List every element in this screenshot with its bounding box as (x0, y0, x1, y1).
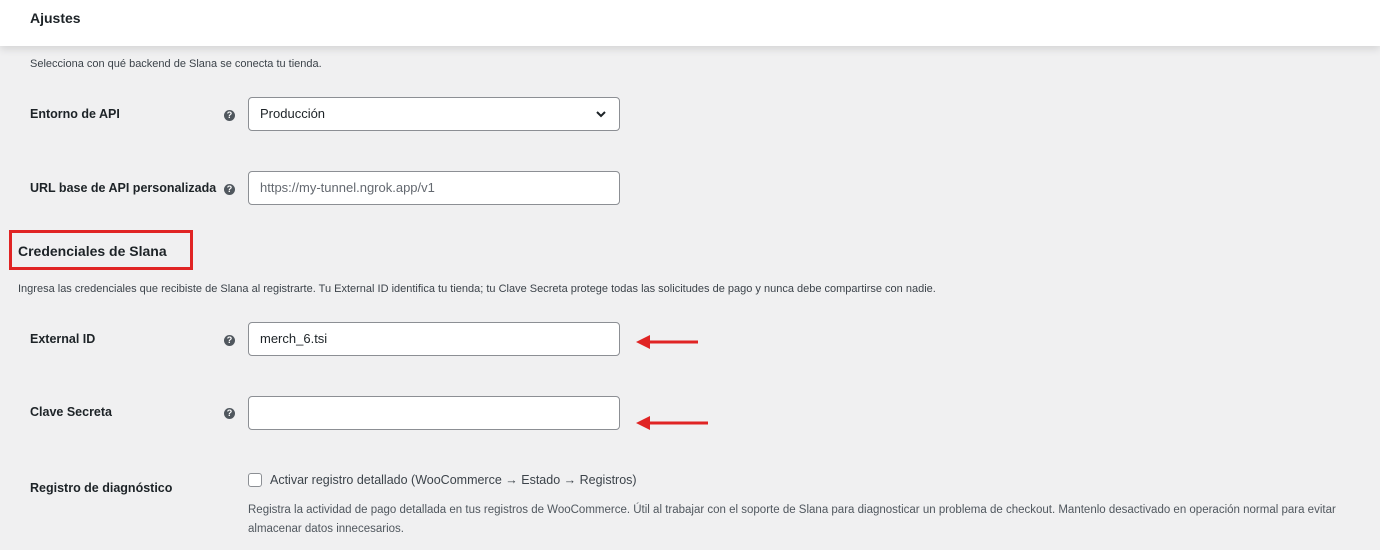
red-arrow-icon (636, 416, 708, 430)
debug-checkbox-label[interactable]: Activar registro detallado (WooCommerce … (270, 473, 637, 487)
secret-label: Clave Secreta (30, 405, 113, 419)
help-icon[interactable]: ? (224, 335, 235, 346)
debug-label: Registro de diagnóstico (30, 481, 173, 495)
chevron-down-icon (596, 111, 606, 118)
page-title: Ajustes (30, 10, 81, 26)
intro-text: Selecciona con qué backend de Slana se c… (30, 58, 322, 70)
api-env-value: Producción (260, 106, 326, 121)
debug-checkbox[interactable] (248, 473, 262, 487)
help-icon[interactable]: ? (224, 110, 235, 121)
external-id-label: External ID (30, 332, 96, 346)
custom-url-placeholder: https://my-tunnel.ngrok.app/v1 (260, 180, 435, 195)
help-icon[interactable]: ? (224, 408, 235, 419)
red-arrow-icon (636, 335, 698, 349)
debug-description: Registra la actividad de pago detallada … (248, 504, 1336, 535)
api-env-select[interactable]: Producción (248, 97, 620, 131)
help-icon[interactable]: ? (224, 184, 235, 195)
credentials-description: Ingresa las credenciales que recibiste d… (18, 283, 936, 295)
settings-header: Ajustes (0, 0, 1380, 46)
custom-url-label: URL base de API personalizada (30, 181, 217, 195)
external-id-input[interactable]: merch_6.tsi (248, 322, 620, 356)
secret-input[interactable] (248, 396, 620, 430)
custom-url-input[interactable]: https://my-tunnel.ngrok.app/v1 (248, 171, 620, 205)
credentials-title: Credenciales de Slana (18, 243, 167, 259)
external-id-value: merch_6.tsi (260, 331, 328, 346)
api-env-label: Entorno de API (30, 107, 120, 121)
